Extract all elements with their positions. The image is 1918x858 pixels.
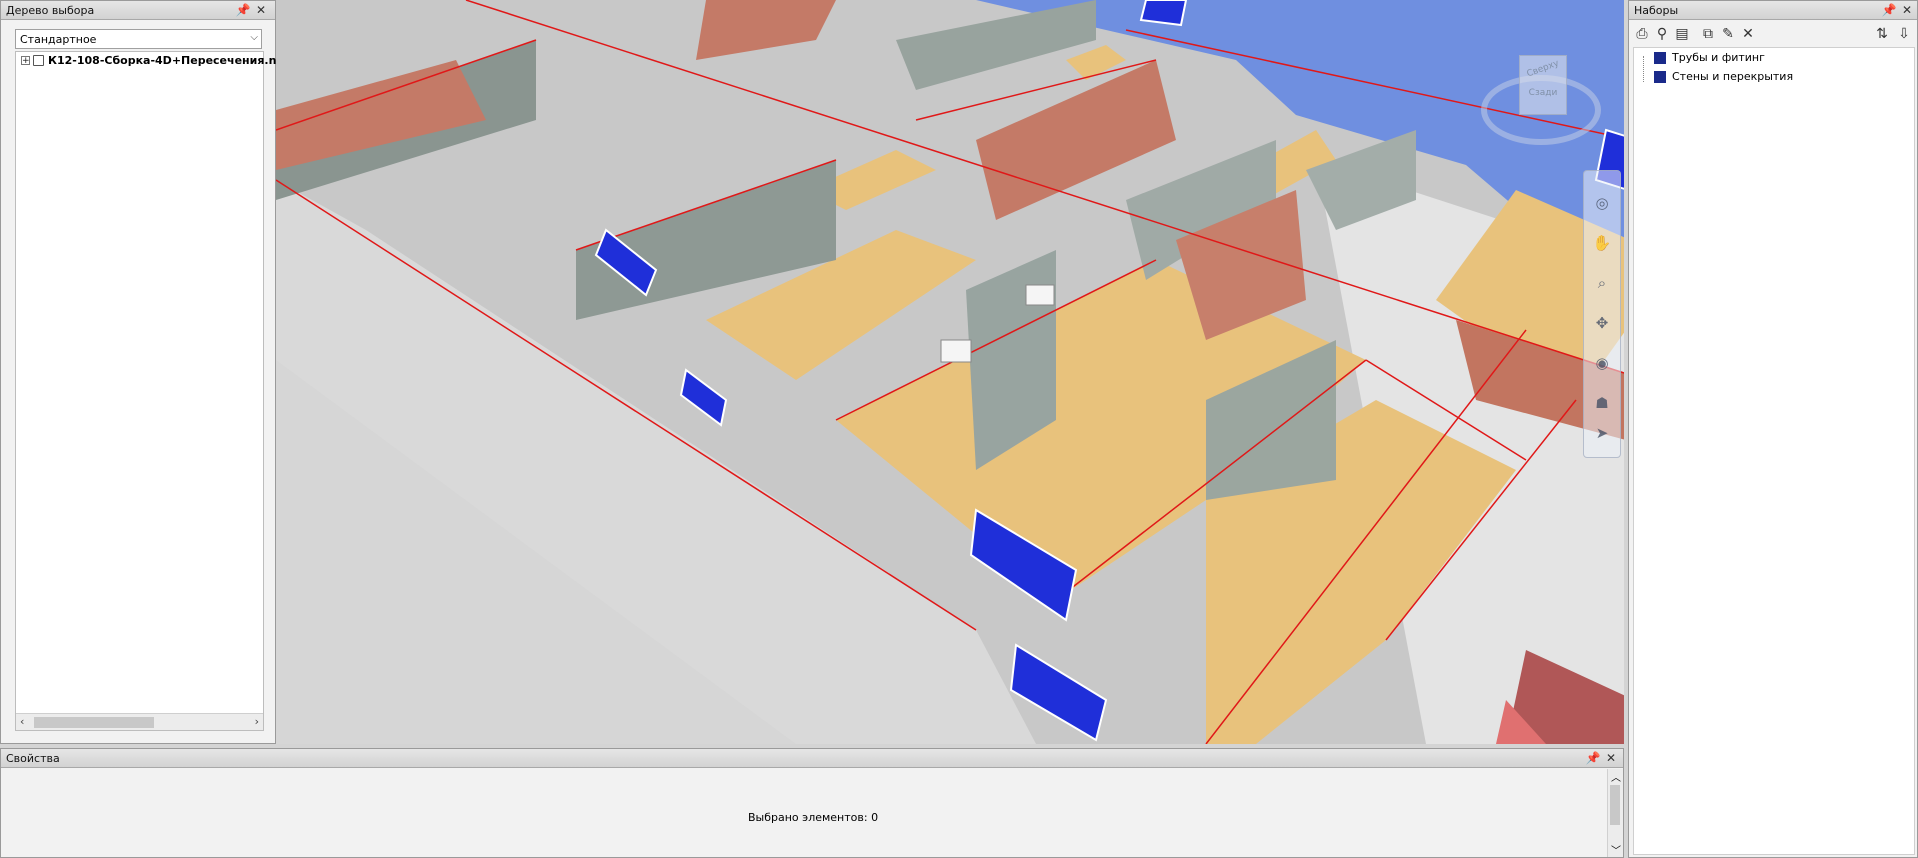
pin-icon[interactable]: 📌 xyxy=(1881,2,1897,18)
sets-panel: Наборы 📌 ✕ ⎙ ⚲ ▤ ⧉ ✎ ✕ ⇅ ⇩ Трубы и фитин… xyxy=(1628,0,1918,858)
selection-count-status: Выбрано элементов: 0 xyxy=(748,811,879,824)
building-model-render xyxy=(276,0,1624,744)
steering-wheel-icon[interactable]: ◎ xyxy=(1592,193,1612,213)
properties-titlebar: Свойства 📌 ✕ xyxy=(1,749,1623,768)
walk-icon[interactable]: ☗ xyxy=(1592,393,1612,413)
viewcube-box[interactable]: Сверху Сзади xyxy=(1519,55,1567,115)
scroll-right-icon[interactable]: › xyxy=(255,715,259,728)
orbit-icon[interactable]: ✥ xyxy=(1592,313,1612,333)
sets-list[interactable]: Трубы и фитинг Стены и перекрытия xyxy=(1633,47,1915,855)
pan-hand-icon[interactable]: ✋ xyxy=(1592,233,1612,253)
tree-horizontal-scrollbar[interactable]: ‹ › xyxy=(16,713,263,730)
viewcube-front-label: Сзади xyxy=(1528,88,1558,98)
save-search-icon[interactable]: ⚲ xyxy=(1653,25,1671,43)
3d-viewport[interactable]: Сверху Сзади xyxy=(276,0,1624,744)
scroll-thumb[interactable] xyxy=(1610,785,1620,825)
properties-panel: Свойства 📌 ✕ Выбрано элементов: 0 ︿ ﹀ xyxy=(0,748,1624,858)
pin-icon[interactable]: 📌 xyxy=(235,2,251,18)
delete-icon[interactable]: ✕ xyxy=(1739,25,1757,43)
close-icon[interactable]: ✕ xyxy=(253,2,269,18)
viewcube[interactable]: Сверху Сзади xyxy=(1481,55,1601,155)
scroll-down-icon[interactable]: ﹀ xyxy=(1611,842,1621,857)
selection-tree-title: Дерево выбора xyxy=(6,4,95,17)
close-icon[interactable]: ✕ xyxy=(1899,2,1915,18)
new-folder-icon[interactable]: ▤ xyxy=(1673,25,1691,43)
close-icon[interactable]: ✕ xyxy=(1603,750,1619,766)
selection-tree-panel: Дерево выбора 📌 ✕ Стандартное ⌵ + К12-10… xyxy=(0,0,276,744)
tree-mode-dropdown[interactable]: Стандартное ⌵ xyxy=(15,29,262,49)
scroll-left-icon[interactable]: ‹ xyxy=(20,715,24,728)
selection-set-icon xyxy=(1654,52,1666,64)
tree-line xyxy=(1643,56,1645,82)
tree-mode-value: Стандартное xyxy=(20,33,97,46)
scroll-thumb[interactable] xyxy=(34,717,154,728)
set-item-pipes[interactable]: Трубы и фитинг xyxy=(1672,51,1765,64)
properties-title: Свойства xyxy=(6,752,60,765)
viewcube-top-label: Сверху xyxy=(1525,58,1561,80)
add-comment-icon[interactable]: ✎ xyxy=(1719,25,1737,43)
select-arrow-icon[interactable]: ➤ xyxy=(1592,423,1612,443)
selection-set-icon xyxy=(1654,71,1666,83)
sort-icon[interactable]: ⇅ xyxy=(1873,25,1891,43)
look-icon[interactable]: ◉ xyxy=(1592,353,1612,373)
properties-content: Выбрано элементов: 0 xyxy=(3,769,1605,855)
selection-tree-titlebar: Дерево выбора 📌 ✕ xyxy=(1,1,275,20)
scroll-up-icon[interactable]: ︿ xyxy=(1611,769,1621,784)
expand-plus-icon[interactable]: + xyxy=(21,56,30,66)
save-selection-icon[interactable]: ⎙ xyxy=(1633,25,1651,43)
navigation-bar: ◎ ✋ ⌕ ✥ ◉ ☗ ➤ xyxy=(1583,170,1621,458)
properties-vertical-scrollbar[interactable]: ︿ ﹀ xyxy=(1607,769,1623,857)
model-file-icon xyxy=(33,55,44,66)
zoom-icon[interactable]: ⌕ xyxy=(1592,273,1612,293)
tree-item-model[interactable]: К12-108-Сборка-4D+Пересечения.n xyxy=(48,54,276,67)
import-export-icon[interactable]: ⇩ xyxy=(1895,25,1913,43)
sets-titlebar: Наборы 📌 ✕ xyxy=(1629,1,1917,20)
pin-icon[interactable]: 📌 xyxy=(1585,750,1601,766)
duplicate-icon[interactable]: ⧉ xyxy=(1699,25,1717,43)
chevron-down-icon: ⌵ xyxy=(250,32,258,43)
set-item-walls[interactable]: Стены и перекрытия xyxy=(1672,70,1793,83)
selection-tree[interactable]: + К12-108-Сборка-4D+Пересечения.n ‹ › xyxy=(15,51,276,731)
sets-title: Наборы xyxy=(1634,4,1679,17)
